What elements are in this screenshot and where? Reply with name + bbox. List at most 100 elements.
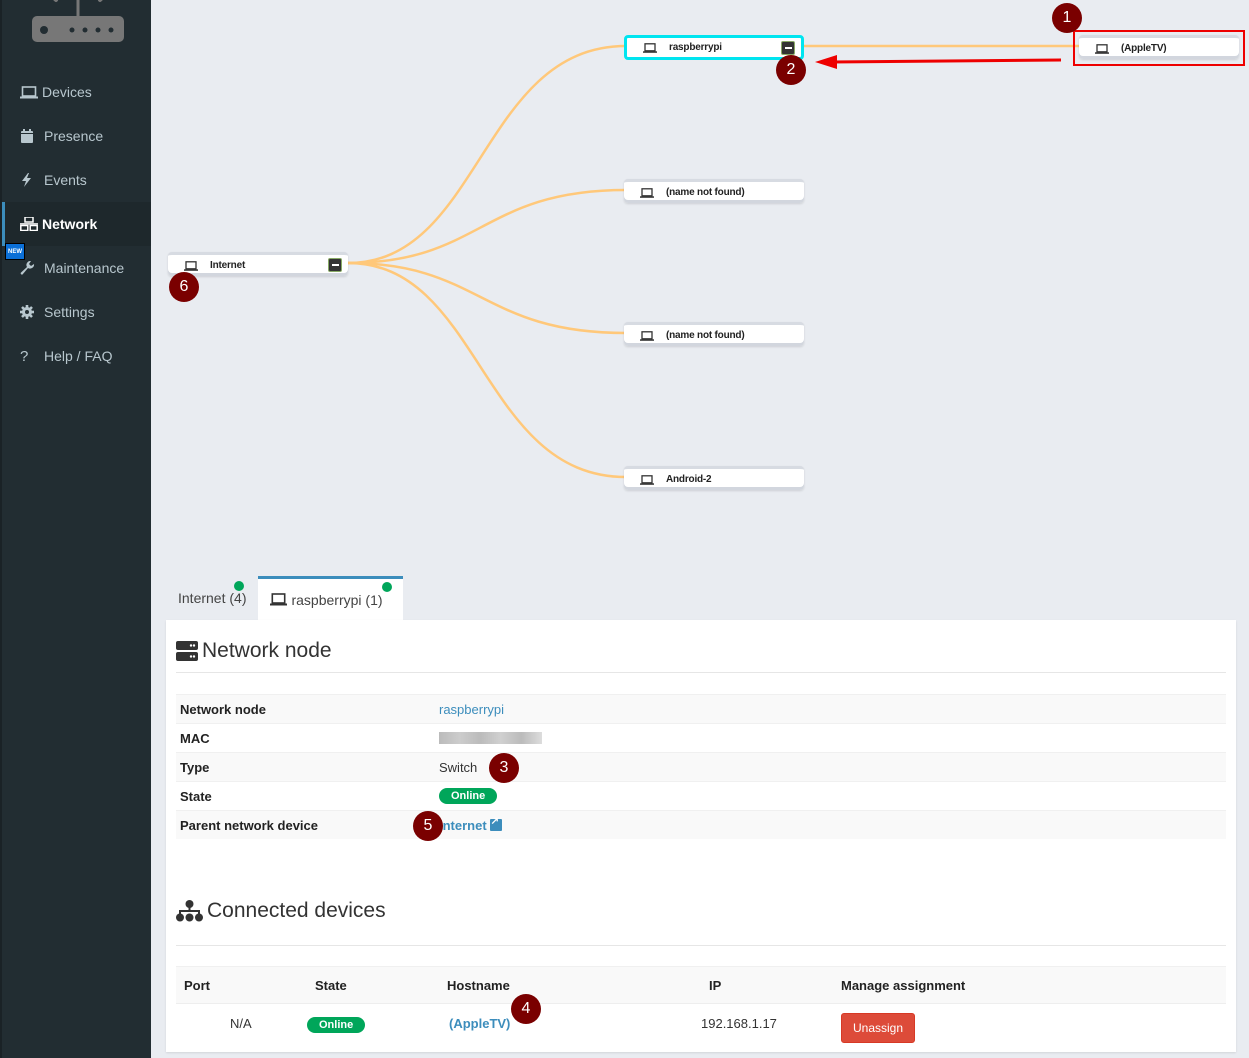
sidebar-item-settings[interactable]: Settings [2, 290, 151, 334]
row-key: State [180, 788, 212, 804]
connected-devices-heading: Connected devices [176, 899, 386, 923]
link-internet-raspberrypi [347, 44, 627, 265]
node-label: (name not found) [666, 330, 745, 341]
node-label: raspberrypi [669, 42, 722, 53]
calendar-icon [20, 129, 42, 143]
link-internet-node2 [347, 188, 627, 265]
sidebar: Devices Presence Events Network NEW Main… [0, 0, 151, 1058]
wrench-icon [20, 260, 42, 276]
node-raspberrypi[interactable]: raspberrypi [624, 35, 804, 60]
laptop-icon [640, 474, 654, 485]
column-header-ip: IP [709, 977, 722, 993]
node-label: Android-2 [666, 474, 712, 485]
section-title-text: Network node [202, 639, 332, 662]
divider [176, 945, 1226, 946]
sidebar-item-label: Settings [44, 304, 95, 320]
network-node-heading: Network node [176, 639, 332, 663]
tab-label: raspberrypi (1) [291, 591, 383, 608]
column-header-state: State [315, 977, 347, 993]
row-key: Network node [180, 701, 266, 717]
sidebar-item-help[interactable]: ? Help / FAQ [2, 334, 151, 378]
router-logo-icon [32, 0, 124, 42]
collapse-button[interactable] [781, 41, 795, 55]
column-header-manage: Manage assignment [841, 977, 966, 993]
question-icon: ? [20, 347, 29, 365]
network-graph[interactable]: Internet raspberrypi (name not found) (n… [151, 0, 1249, 560]
status-badge: Online [439, 788, 498, 804]
annotation-marker-6: 6 [169, 272, 199, 302]
type-value: Switch [439, 759, 478, 775]
node-tabs: Internet (4) raspberrypi (1) [166, 576, 403, 620]
server-icon [176, 641, 198, 661]
network-node-table: Network node raspberrypi MAC Type Switch… [176, 694, 1226, 841]
sidebar-item-maintenance[interactable]: NEW Maintenance [2, 243, 151, 290]
table-row: N/A Online (AppleTV) 4 192.168.1.17 Unas… [176, 993, 1226, 1043]
sidebar-item-label: Network [42, 216, 98, 232]
connected-devices-table: Port State Hostname IP Manage assignment… [176, 966, 1226, 1043]
node-details-panel: Network node Network node raspberrypi MA… [166, 620, 1236, 1052]
sidebar-item-events[interactable]: Events [2, 158, 151, 202]
gear-icon [20, 305, 42, 319]
annotation-arrowhead [815, 55, 837, 69]
table-row: Parent network device Internet 5 [176, 810, 1226, 841]
node-label: (name not found) [666, 187, 745, 198]
laptop-icon [184, 260, 198, 271]
annotation-arrow [830, 58, 1062, 64]
node-android-2[interactable]: Android-2 [624, 466, 804, 490]
sidebar-item-label: Events [44, 172, 87, 188]
laptop-icon [20, 85, 40, 99]
laptop-icon [640, 187, 654, 198]
ip-value: 192.168.1.17 [701, 1015, 777, 1031]
link-internet-android [347, 261, 627, 479]
unassign-button[interactable]: Unassign [841, 1013, 916, 1043]
sitemap-icon [176, 900, 203, 922]
tab-raspberrypi[interactable]: raspberrypi (1) [258, 576, 403, 620]
node-label: (AppleTV) [1121, 43, 1167, 54]
node-appletv[interactable]: (AppleTV) [1079, 35, 1239, 59]
section-title-text: Connected devices [207, 899, 386, 922]
row-key: Type [180, 759, 210, 775]
laptop-icon [640, 330, 654, 341]
table-row: Network node raspberrypi [176, 694, 1226, 723]
hostname-link[interactable]: (AppleTV) [449, 1016, 510, 1031]
table-header: Port State Hostname IP Manage assignment [176, 966, 1226, 1004]
annotation-marker-4: 4 [511, 993, 541, 1024]
node-name-not-found-1[interactable]: (name not found) [624, 179, 804, 203]
status-dot [381, 582, 392, 592]
sidebar-item-label: Help / FAQ [44, 348, 113, 364]
bolt-icon [20, 173, 42, 187]
sitemap-icon [20, 217, 40, 231]
status-badge: Online [307, 1016, 366, 1033]
column-header-port: Port [184, 977, 210, 993]
external-link-icon[interactable] [489, 816, 502, 831]
collapse-button[interactable] [328, 258, 342, 272]
annotation-marker-2: 2 [776, 55, 806, 85]
laptop-icon [643, 42, 657, 53]
row-key: MAC [180, 730, 210, 746]
sidebar-item-label: Devices [42, 84, 92, 100]
new-badge: NEW [5, 243, 25, 260]
laptop-icon [270, 593, 288, 606]
annotation-marker-1: 1 [1052, 3, 1082, 33]
sidebar-item-presence[interactable]: Presence [2, 114, 151, 158]
sidebar-item-network[interactable]: Network [2, 202, 151, 246]
link-internet-node3 [347, 261, 627, 335]
table-row: State Online [176, 781, 1226, 810]
tab-internet[interactable]: Internet (4) [166, 576, 258, 620]
table-row: Type Switch 3 [176, 752, 1226, 783]
divider [176, 672, 1226, 673]
sidebar-item-label: Maintenance [44, 260, 125, 276]
parent-device-link[interactable]: Internet [439, 818, 487, 833]
mac-address-redacted [439, 732, 542, 744]
sidebar-item-devices[interactable]: Devices [2, 70, 151, 114]
network-node-link[interactable]: raspberrypi [439, 702, 504, 717]
node-name-not-found-2[interactable]: (name not found) [624, 322, 804, 346]
column-header-hostname: Hostname [447, 977, 510, 993]
port-value: N/A [230, 1015, 252, 1031]
tab-label: Internet (4) [178, 590, 247, 606]
node-internet[interactable]: Internet [168, 252, 348, 276]
row-key: Parent network device [180, 817, 318, 833]
annotation-marker-5: 5 [413, 810, 443, 841]
table-row: MAC [176, 723, 1226, 752]
node-label: Internet [210, 260, 246, 271]
